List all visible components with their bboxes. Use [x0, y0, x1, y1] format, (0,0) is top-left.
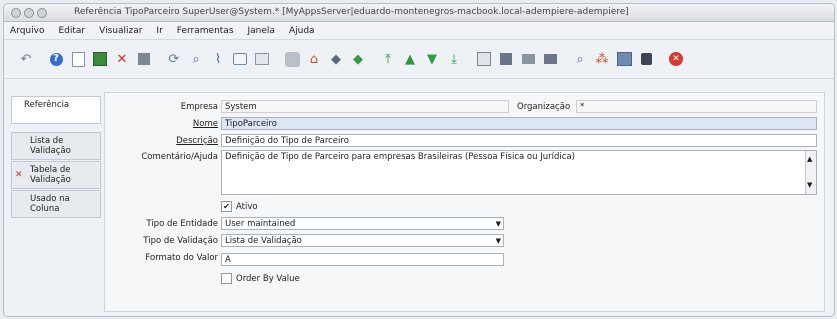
down-icon[interactable]: ▼ [424, 51, 440, 67]
menu-ajuda[interactable]: Ajuda [289, 26, 315, 36]
tab-label: Tabela de Validação [30, 165, 71, 185]
tab-usado-na-coluna[interactable]: Usado na Coluna [11, 190, 101, 218]
error-icon: ✕ [15, 170, 23, 180]
menu-visualizar[interactable]: Visualizar [99, 26, 142, 36]
history-icon[interactable] [284, 51, 300, 67]
formato-field[interactable]: A [221, 253, 504, 266]
empresa-value: System [225, 102, 257, 112]
nome-label: Nome [193, 119, 218, 129]
first-record-icon[interactable]: ⤒ [380, 51, 396, 67]
grid-toggle-icon[interactable] [254, 51, 270, 67]
print-icon[interactable] [542, 51, 558, 67]
minimize-window-light[interactable] [24, 8, 34, 18]
window-title: Referência TipoParceiro SuperUser@System… [74, 7, 629, 17]
scroll-down-icon[interactable]: ▼ [807, 179, 812, 192]
tipo-entidade-label: Tipo de Entidade [146, 219, 218, 229]
organizacao-label: Organização [517, 102, 571, 112]
ativo-check-icon: ✔ [221, 201, 232, 212]
tipo-validacao-value: Lista de Validação [225, 236, 302, 246]
undo-icon[interactable]: ↶ [18, 51, 34, 67]
lock-icon[interactable] [638, 51, 654, 67]
menu-editar[interactable]: Editar [58, 26, 85, 36]
menu-janela[interactable]: Janela [248, 26, 275, 36]
toolbar: ↶ ? ✕ ⟳ ⌕ ⌇ ⌂ ◆ ◆ ⤒ ▲ ▼ ⤓ ⌕ ⁂ ✕ [4, 40, 834, 79]
find-icon[interactable]: ⌕ [188, 51, 204, 67]
empresa-field: System [221, 100, 509, 113]
comentario-textarea[interactable]: Definição de Tipo de Parceiro para empre… [221, 150, 817, 195]
print-preview-icon[interactable] [520, 51, 536, 67]
zoom-window-light[interactable] [37, 8, 47, 18]
delete-icon[interactable]: ✕ [114, 51, 130, 67]
ativo-checkbox[interactable]: ✔ Ativo [221, 201, 258, 212]
tab-label: Lista de Validação [30, 136, 71, 156]
menu-bar: Arquivo Editar Visualizar Ir Ferramentas… [4, 22, 834, 40]
archive-icon[interactable] [498, 51, 514, 67]
formato-value: A [225, 255, 231, 265]
menu-arquivo[interactable]: Arquivo [10, 26, 44, 36]
order-by-value-checkbox[interactable]: Order By Value [221, 273, 300, 284]
tipo-validacao-label: Tipo de Validação [143, 236, 218, 246]
report-icon[interactable] [476, 51, 492, 67]
descricao-label: Descrição [176, 136, 218, 146]
order-label: Order By Value [236, 273, 300, 284]
tab-label: Referência [24, 100, 70, 110]
empresa-label: Empresa [180, 102, 218, 112]
nome-value: TipoParceiro [225, 119, 277, 129]
tab-lista-de-validacao[interactable]: Lista de Validação [11, 132, 101, 160]
menu-ferramentas[interactable]: Ferramentas [177, 26, 234, 36]
up-icon[interactable]: ▲ [402, 51, 418, 67]
nome-field[interactable]: TipoParceiro [221, 117, 817, 130]
copy-icon[interactable] [136, 51, 152, 67]
side-tabs: Referência Lista de Validação ✕ Tabela d… [11, 96, 101, 219]
tab-label: Usado na Coluna [30, 194, 70, 214]
formato-label: Formato do Valor [145, 253, 218, 263]
chevron-down-icon: ▼ [495, 220, 501, 228]
descricao-field[interactable]: Definição do Tipo de Parceiro [221, 134, 817, 147]
zoom-across-icon[interactable]: ⌕ [572, 51, 588, 67]
descricao-value: Definição do Tipo de Parceiro [225, 136, 349, 146]
tab-tabela-de-validacao[interactable]: ✕ Tabela de Validação [11, 161, 101, 189]
nome-label-text: Nome [192, 119, 218, 129]
close-window-light[interactable] [11, 8, 21, 18]
chat-icon[interactable] [232, 51, 248, 67]
comentario-label: Comentário/Ajuda [141, 152, 218, 162]
organizacao-field: * [576, 100, 817, 113]
new-record-icon[interactable] [70, 51, 86, 67]
close-window-icon[interactable]: ✕ [668, 51, 684, 67]
ativo-label: Ativo [236, 201, 258, 212]
attachment-icon[interactable]: ⌇ [210, 51, 226, 67]
tipo-entidade-value: User maintained [225, 219, 296, 229]
scroll-up-icon[interactable]: ▲ [807, 153, 812, 166]
next-icon[interactable]: ◆ [350, 51, 366, 67]
tipo-entidade-select[interactable]: User maintained ▼ [221, 217, 504, 230]
record-form: Empresa System Organização * Nome TipoPa… [104, 92, 825, 312]
active-workflows-icon[interactable]: ⁂ [594, 51, 610, 67]
menu-ir[interactable]: Ir [156, 26, 162, 36]
last-record-icon[interactable]: ⤓ [446, 51, 462, 67]
previous-icon[interactable]: ◆ [328, 51, 344, 67]
save-icon[interactable] [92, 51, 108, 67]
tipo-validacao-select[interactable]: Lista de Validação ▼ [221, 234, 504, 247]
comentario-value: Definição de Tipo de Parceiro para empre… [225, 152, 575, 162]
comentario-scrollbar[interactable]: ▲ ▼ [805, 151, 816, 194]
home-icon[interactable]: ⌂ [306, 51, 322, 67]
refresh-icon[interactable]: ⟳ [166, 51, 182, 67]
product-info-icon[interactable] [616, 51, 632, 67]
help-icon[interactable]: ? [48, 51, 64, 67]
chevron-down-icon: ▼ [495, 237, 501, 245]
descricao-label-text: Descrição [176, 136, 218, 146]
tab-referencia[interactable]: Referência [11, 96, 101, 124]
title-bar: Referência TipoParceiro SuperUser@System… [4, 4, 834, 22]
organizacao-value: * [580, 102, 585, 112]
application-window: Referência TipoParceiro SuperUser@System… [3, 3, 835, 317]
order-check-box [221, 273, 232, 284]
